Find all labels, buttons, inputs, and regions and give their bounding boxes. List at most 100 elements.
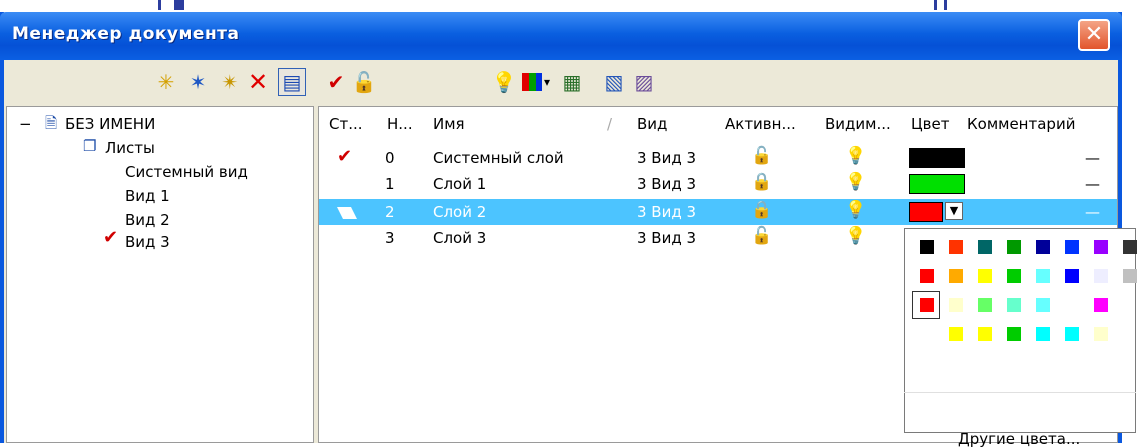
lightbulb-on-icon[interactable]: 💡 xyxy=(845,146,866,166)
layer-view: 3 Вид 3 xyxy=(637,149,697,167)
layer-move-icon[interactable]: ▧ xyxy=(600,68,628,96)
document-tree: − 🗎 БЕЗ ИМЕНИ ❐ Листы Системный вид Вид … xyxy=(6,106,314,443)
palette-color[interactable] xyxy=(1036,327,1050,341)
tree-item-view-3[interactable]: Вид 3 xyxy=(125,233,170,251)
palette-color[interactable] xyxy=(1007,298,1021,312)
locked-icon[interactable]: 🔒 xyxy=(751,172,772,192)
table-row[interactable]: ✔ 0 Системный слой 3 Вид 3 🔓 💡 — xyxy=(319,145,1117,171)
palette-color[interactable] xyxy=(1065,240,1079,254)
palette-color[interactable] xyxy=(920,269,934,283)
new-layers-icon[interactable]: ✶ xyxy=(184,68,212,96)
properties-icon[interactable]: ▤ xyxy=(278,68,306,96)
layer-comment: — xyxy=(1085,175,1100,193)
column-header-status[interactable]: Ст... xyxy=(329,115,363,133)
table-row[interactable]: 2 Слой 2 3 Вид 3 🔒 💡 ▼ — xyxy=(319,199,1117,225)
palette-color[interactable] xyxy=(978,240,992,254)
layer-comment: — xyxy=(1085,149,1100,167)
column-header-color[interactable]: Цвет xyxy=(911,115,949,133)
lightbulb-off-icon[interactable]: 💡 xyxy=(845,172,866,192)
sheets-icon: ❐ xyxy=(83,137,97,155)
background-mark xyxy=(944,0,947,10)
palette-color[interactable] xyxy=(1094,240,1108,254)
palette-color[interactable] xyxy=(949,240,963,254)
column-header-comment[interactable]: Комментарий xyxy=(967,115,1075,133)
palette-color[interactable] xyxy=(920,298,934,312)
current-layer-check-icon: ✔ xyxy=(337,146,353,167)
palette-color[interactable] xyxy=(1123,240,1137,254)
column-header-active[interactable]: Активн... xyxy=(725,115,796,133)
palette-color[interactable] xyxy=(1065,269,1079,283)
palette-color[interactable] xyxy=(949,298,963,312)
palette-color[interactable] xyxy=(1036,269,1050,283)
title-bar[interactable]: Менеджер документа ✕ xyxy=(0,12,1122,60)
layer-number: 3 xyxy=(385,229,395,247)
column-header-visible[interactable]: Видим... xyxy=(825,115,891,133)
window-title: Менеджер документа xyxy=(12,24,240,44)
color-dropdown-button[interactable]: ▼ xyxy=(945,202,963,220)
palette-color[interactable] xyxy=(949,269,963,283)
layer-number: 0 xyxy=(385,149,395,167)
palette-color[interactable] xyxy=(978,298,992,312)
table-row[interactable]: 1 Слой 1 3 Вид 3 🔒 💡 — xyxy=(319,171,1117,197)
selection-marker-icon xyxy=(337,205,357,223)
background-strip xyxy=(0,0,1139,12)
layer-view: 3 Вид 3 xyxy=(637,175,697,193)
background-mark xyxy=(174,0,184,10)
palette-color[interactable] xyxy=(920,240,934,254)
close-button[interactable]: ✕ xyxy=(1078,19,1110,51)
layer-name: Слой 1 xyxy=(433,175,487,193)
tree-collapse-toggle[interactable]: − xyxy=(19,115,32,133)
column-header-view[interactable]: Вид xyxy=(637,115,667,133)
filter-layer-icon[interactable]: ✴ xyxy=(216,68,244,96)
layer-copy-icon[interactable]: ▨ xyxy=(630,68,658,96)
lightbulb-on-icon[interactable]: 💡 xyxy=(845,226,866,246)
palette-color[interactable] xyxy=(1123,269,1137,283)
background-mark xyxy=(158,0,161,10)
locked-icon[interactable]: 🔒 xyxy=(751,200,772,220)
layer-view: 3 Вид 3 xyxy=(637,203,697,221)
unlocked-icon[interactable]: 🔓 xyxy=(751,146,772,166)
palette-color[interactable] xyxy=(1094,298,1108,312)
dropdown-arrow-icon[interactable]: ▾ xyxy=(540,68,554,96)
unlock-icon[interactable]: 🔓 xyxy=(350,68,378,96)
lightbulb-on-icon[interactable]: 💡 xyxy=(845,200,866,220)
color-swatch[interactable] xyxy=(909,148,965,168)
palette-color[interactable] xyxy=(1007,327,1021,341)
lightbulb-icon[interactable]: 💡 xyxy=(490,68,518,96)
palette-color[interactable] xyxy=(978,327,992,341)
palette-color[interactable] xyxy=(1007,269,1021,283)
delete-icon[interactable]: ✕ xyxy=(244,68,272,96)
tree-item-sheets[interactable]: Листы xyxy=(105,139,155,157)
palette-color[interactable] xyxy=(1094,327,1108,341)
palette-color[interactable] xyxy=(949,327,963,341)
unlocked-icon[interactable]: 🔓 xyxy=(751,226,772,246)
layer-number: 2 xyxy=(385,203,395,221)
background-mark xyxy=(934,0,937,10)
document-icon: 🗎 xyxy=(45,114,58,132)
apply-icon[interactable]: ✔ xyxy=(322,68,350,96)
other-colors-button[interactable]: Другие цвета... xyxy=(958,430,1080,448)
layer-settings-icon[interactable]: ▦ xyxy=(558,68,586,96)
tree-root[interactable]: БЕЗ ИМЕНИ xyxy=(65,115,155,133)
column-header-name[interactable]: Имя xyxy=(433,115,465,133)
layer-comment: — xyxy=(1085,203,1100,221)
tree-item-view-2[interactable]: Вид 2 xyxy=(125,211,170,229)
palette-color[interactable] xyxy=(1036,240,1050,254)
palette-color[interactable] xyxy=(1094,269,1108,283)
color-swatch[interactable] xyxy=(909,174,965,194)
layer-number: 1 xyxy=(385,175,395,193)
palette-color[interactable] xyxy=(1036,298,1050,312)
color-swatch[interactable] xyxy=(909,202,943,222)
palette-color[interactable] xyxy=(1007,240,1021,254)
current-view-check-icon: ✔ xyxy=(103,227,119,248)
palette-color[interactable] xyxy=(1065,327,1079,341)
layer-name: Слой 3 xyxy=(433,229,487,247)
tree-item-system-view[interactable]: Системный вид xyxy=(125,163,248,181)
column-header-number[interactable]: Н... xyxy=(387,115,413,133)
column-divider: / xyxy=(607,115,613,133)
layer-view: 3 Вид 3 xyxy=(637,229,697,247)
new-layer-icon[interactable]: ✳ xyxy=(152,68,180,96)
tree-item-view-1[interactable]: Вид 1 xyxy=(125,187,170,205)
palette-color[interactable] xyxy=(978,269,992,283)
layer-name: Слой 2 xyxy=(433,203,487,221)
